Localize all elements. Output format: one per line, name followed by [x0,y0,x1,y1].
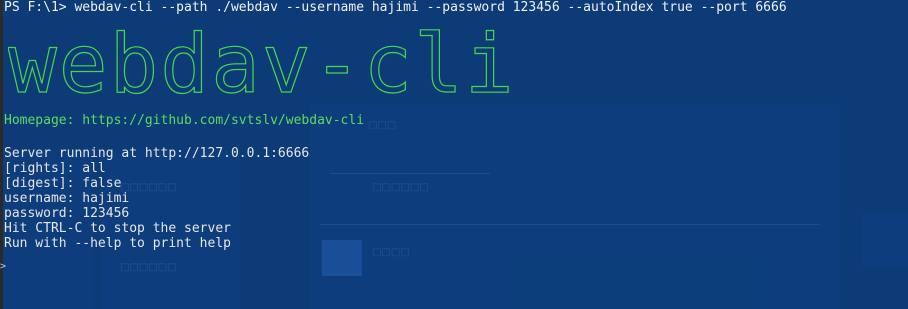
password-line: password: 123456 [4,206,130,221]
background-divider [330,173,490,174]
terminal-window[interactable]: □□□ □□□□□□ □□□□ □□□□□□ □□□□□□ PS F:\1> w… [0,0,908,309]
background-icon-tile [322,240,362,276]
username-line: username: hajimi [4,191,130,206]
ascii-banner-text: webdav-cli [8,24,516,108]
prompt-marker: > [0,261,7,272]
background-ghost-text: □□□□ [372,247,410,258]
background-panel-far-right [862,212,908,268]
homepage-line: Homepage: https://github.com/svtslv/webd… [4,113,365,128]
rights-line: [rights]: all [4,161,106,176]
help-hint-line: Run with --help to print help [4,236,231,251]
background-ghost-text: □□□□□□ [120,262,177,273]
background-ghost-text: □□□□□□ [372,182,429,193]
server-running-line: Server running at http://127.0.0.1:6666 [4,146,310,161]
background-ghost-text: □□□ [368,120,397,131]
background-panel-right [310,105,840,309]
command-line: PS F:\1> webdav-cli --path ./webdav --us… [4,0,787,15]
stop-hint-line: Hit CTRL-C to stop the server [4,221,231,236]
ascii-banner: webdav-cli [8,24,516,108]
background-divider [320,224,820,225]
digest-line: [digest]: false [4,176,122,191]
